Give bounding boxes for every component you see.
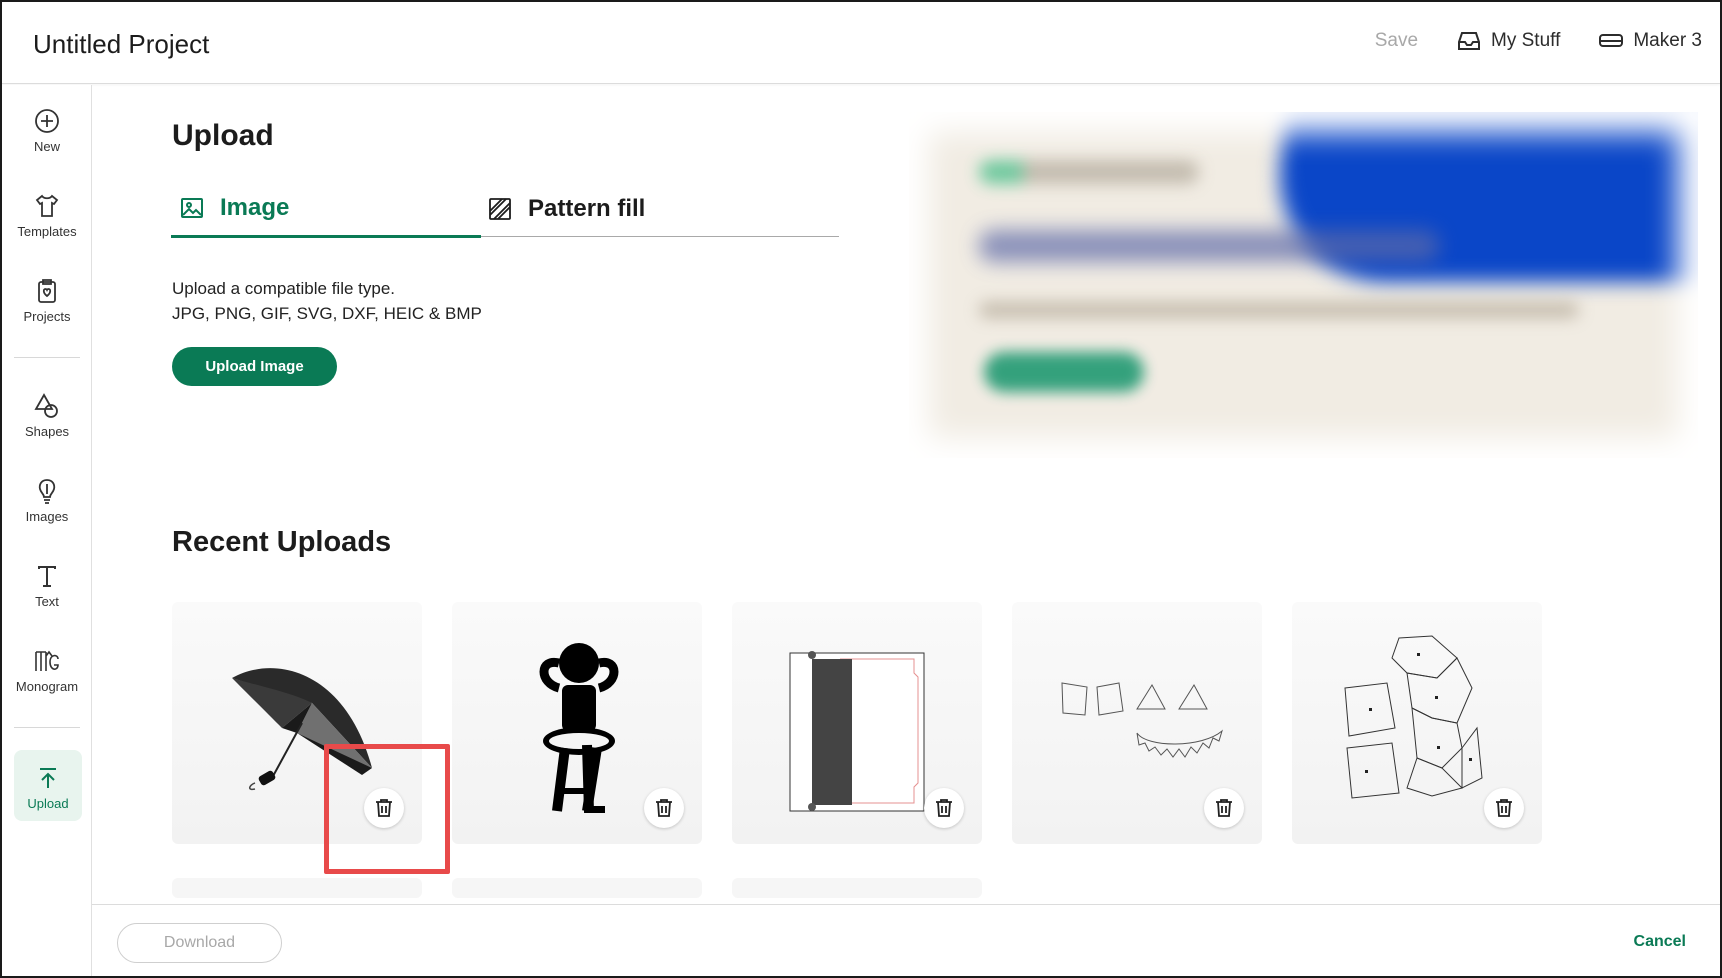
projects-icon [38, 279, 56, 303]
sidebar-divider [14, 727, 80, 728]
tab-label: Image [220, 193, 290, 221]
sidebar-item-images[interactable]: Images [2, 477, 92, 524]
trash-icon [376, 799, 392, 817]
sidebar-item-monogram[interactable]: Monogram [2, 647, 92, 694]
project-title[interactable]: Untitled Project [33, 29, 209, 60]
sidebar-item-projects[interactable]: Projects [2, 277, 92, 324]
person-sitting-image [539, 643, 619, 813]
monogram-icon [35, 650, 59, 671]
papercraft-pieces-image [1344, 635, 1483, 799]
delete-upload-button[interactable] [364, 788, 404, 828]
upload-hint: Upload a compatible file type. [172, 279, 396, 298]
left-sidebar: New Templates Projects Shapes Images Tex… [2, 85, 92, 976]
upload-card[interactable] [1292, 602, 1542, 844]
plus-circle-icon [35, 109, 59, 133]
banner-fade [909, 112, 1698, 458]
sidebar-item-label: Upload [27, 796, 69, 811]
umbrella-image [232, 668, 372, 791]
sidebar-item-label: Images [25, 509, 69, 524]
machine-icon [1599, 34, 1624, 47]
bottom-bar: Download Cancel [92, 904, 1720, 976]
sidebar-item-label: Projects [23, 309, 71, 324]
lightbulb-icon [38, 479, 56, 504]
sidebar-item-label: Monogram [15, 679, 79, 694]
upload-card[interactable] [1012, 602, 1262, 844]
upload-heading: Upload [172, 119, 274, 152]
inbox-icon [1458, 32, 1481, 50]
sidebar-item-upload[interactable]: Upload [14, 750, 82, 821]
pattern-fill-icon [489, 197, 511, 220]
my-stuff-label: My Stuff [1491, 30, 1561, 51]
trash-icon [936, 799, 952, 817]
shapes-icon [34, 393, 58, 418]
promo-banner[interactable] [909, 112, 1698, 458]
text-icon [38, 566, 56, 587]
tab-label: Pattern fill [528, 194, 646, 222]
top-bar: Untitled Project Save My Stuff Maker 3 [2, 2, 1720, 84]
trash-icon [656, 799, 672, 817]
delete-upload-button[interactable] [924, 788, 964, 828]
tab-image[interactable]: Image [171, 188, 481, 238]
trash-icon [1216, 799, 1232, 817]
image-icon [181, 197, 203, 218]
delete-upload-button[interactable] [644, 788, 684, 828]
header-actions: Save My Stuff Maker 3 [1375, 30, 1702, 52]
download-button[interactable]: Download [117, 923, 282, 963]
card-template-image [789, 651, 925, 812]
upload-card[interactable] [452, 602, 702, 844]
tab-pattern-fill[interactable]: Pattern fill [488, 188, 645, 237]
sidebar-item-text[interactable]: Text [2, 562, 92, 609]
pumpkin-face-image [1061, 682, 1223, 758]
sidebar-item-label: Templates [17, 224, 77, 239]
sidebar-item-shapes[interactable]: Shapes [2, 392, 92, 439]
cancel-button[interactable]: Cancel [1634, 933, 1686, 951]
upload-icon [40, 768, 56, 788]
upload-image-button[interactable]: Upload Image [172, 347, 337, 386]
machine-button[interactable]: Maker 3 [1598, 30, 1702, 52]
upload-card[interactable] [172, 878, 422, 898]
sidebar-item-label: New [33, 139, 60, 154]
upload-card[interactable] [452, 878, 702, 898]
sidebar-divider [14, 357, 80, 358]
trash-icon [1496, 799, 1512, 817]
my-stuff-button[interactable]: My Stuff [1456, 30, 1560, 52]
save-button[interactable]: Save [1375, 30, 1418, 52]
sidebar-item-templates[interactable]: Templates [2, 192, 92, 239]
upload-card[interactable] [172, 602, 422, 844]
delete-upload-button[interactable] [1204, 788, 1244, 828]
machine-label: Maker 3 [1633, 30, 1702, 51]
recent-uploads-heading: Recent Uploads [172, 526, 392, 558]
upload-card[interactable] [732, 878, 982, 898]
upload-card[interactable] [732, 602, 982, 844]
shirt-icon [35, 194, 59, 217]
sidebar-item-label: Shapes [24, 424, 70, 439]
sidebar-item-label: Text [35, 594, 59, 609]
upload-tabs: Image Pattern fill [171, 188, 839, 238]
app-window: Untitled Project Save My Stuff Maker 3 N… [0, 0, 1722, 978]
delete-upload-button[interactable] [1484, 788, 1524, 828]
supported-file-types: JPG, PNG, GIF, SVG, DXF, HEIC & BMP [172, 304, 482, 323]
sidebar-item-new[interactable]: New [2, 107, 92, 154]
